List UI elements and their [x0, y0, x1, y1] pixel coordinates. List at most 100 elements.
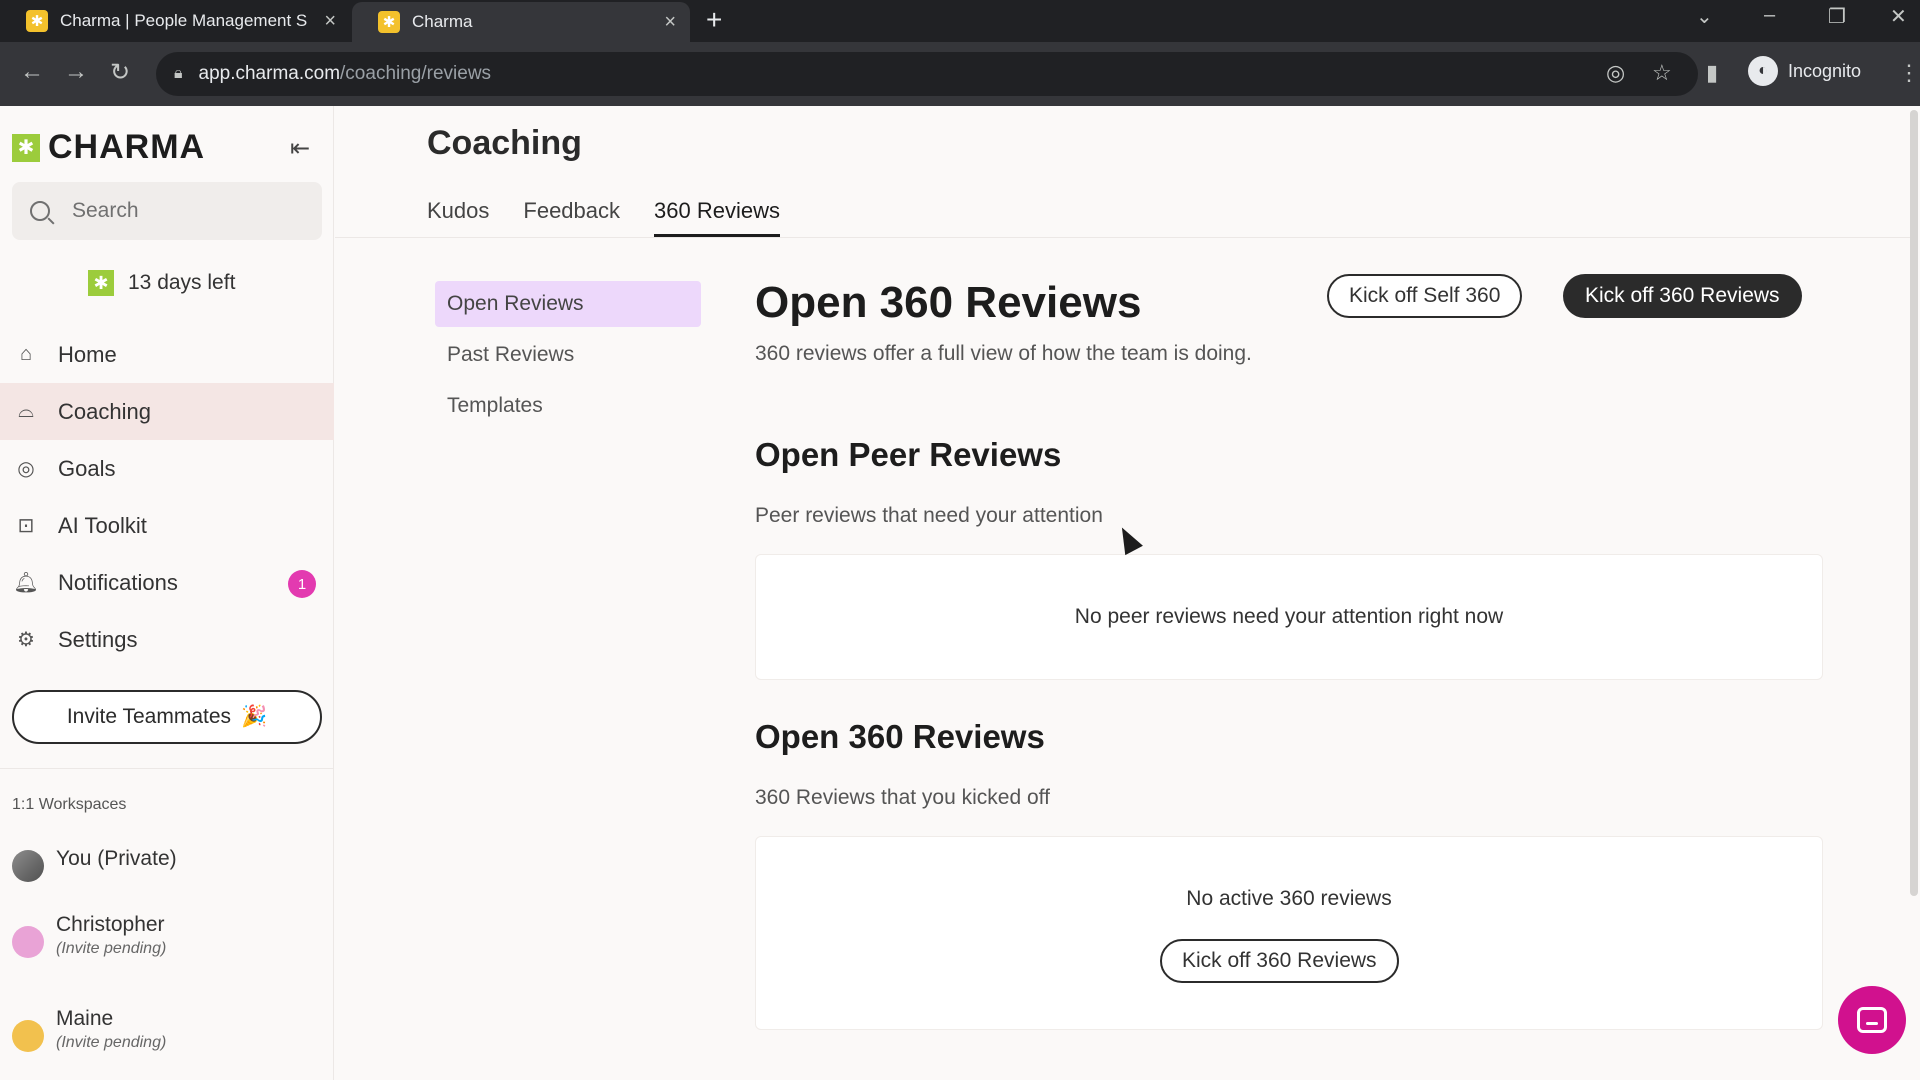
- main-nav: ⌂ Home ⌓ Coaching ◎ Goals ⊡ AI Toolkit 🔔…: [0, 326, 334, 668]
- reload-icon[interactable]: ↻: [110, 58, 130, 87]
- charma-logo-icon: ✱: [12, 133, 40, 162]
- browser-tab-title: Charma | People Management S: [60, 11, 308, 30]
- browser-tab-strip: ✱ Charma | People Management S × ✱ Charm…: [0, 0, 1920, 42]
- workspace-name: Christopher: [56, 913, 165, 936]
- peer-reviews-card: No peer reviews need your attention righ…: [755, 554, 1823, 680]
- url-path: /coaching/reviews: [340, 63, 492, 84]
- close-tab-icon[interactable]: ×: [664, 11, 676, 34]
- workspace-item[interactable]: Maine (Invite pending): [12, 1004, 166, 1052]
- nav-item-label: Notifications: [58, 569, 178, 595]
- lock-icon: 🔒︎: [174, 65, 183, 82]
- nav-item-label: Goals: [58, 455, 116, 481]
- tabs-divider: [335, 237, 1910, 238]
- open-360-empty-message: No active 360 reviews: [1186, 887, 1392, 910]
- brand-name: CHARMA: [48, 128, 206, 166]
- subnav-templates[interactable]: Templates: [435, 383, 701, 429]
- sidebar: ✱ CHARMA ⇤ Search ✱ 13 days left ⌂ Home …: [0, 106, 334, 1080]
- search-placeholder: Search: [72, 199, 139, 222]
- nav-item-settings[interactable]: ⚙ Settings: [0, 611, 334, 668]
- close-tab-icon[interactable]: ×: [324, 10, 336, 33]
- nav-item-goals[interactable]: ◎ Goals: [0, 440, 334, 497]
- browser-tab[interactable]: ✱ Charma | People Management S ×: [0, 0, 350, 42]
- section-heading: Open 360 Reviews: [755, 278, 1142, 327]
- divider: [0, 768, 334, 769]
- tab-search-icon[interactable]: ⌄: [1696, 4, 1713, 29]
- workspace-status: (Invite pending): [56, 940, 167, 957]
- trial-status: ✱ 13 days left: [88, 270, 235, 296]
- subnav-open-reviews[interactable]: Open Reviews: [435, 281, 701, 327]
- section-description: 360 reviews offer a full view of how the…: [755, 342, 1252, 365]
- nav-item-label: Settings: [58, 626, 138, 652]
- workspace-item[interactable]: You (Private): [12, 844, 177, 882]
- invite-teammates-button[interactable]: Invite Teammates 🎉: [12, 690, 322, 744]
- browser-toolbar: ← → ↻ 🔒︎ app.charma.com/coaching/reviews…: [0, 42, 1920, 106]
- nav-item-label: Home: [58, 341, 117, 367]
- bell-icon: 🔔︎: [13, 572, 39, 594]
- nav-item-ai-toolkit[interactable]: ⊡ AI Toolkit: [0, 497, 334, 554]
- nav-item-notifications[interactable]: 🔔︎ Notifications 1: [0, 554, 334, 611]
- party-popper-icon: 🎉: [241, 705, 268, 728]
- tab-kudos[interactable]: Kudos: [427, 198, 489, 237]
- avatar: [12, 1020, 44, 1052]
- workspace-name: You (Private): [56, 847, 177, 870]
- restore-icon[interactable]: ❐: [1828, 4, 1846, 29]
- nav-item-coaching[interactable]: ⌓ Coaching: [0, 383, 334, 440]
- robot-icon: ⊡: [17, 515, 35, 537]
- kick-off-360-reviews-button[interactable]: Kick off 360 Reviews: [1563, 274, 1802, 318]
- notification-count-badge: 1: [288, 570, 316, 598]
- trial-days-left: 13 days left: [128, 271, 236, 294]
- home-icon: ⌂: [19, 343, 33, 365]
- charma-logo[interactable]: ✱ CHARMA: [12, 128, 205, 167]
- kick-off-self-360-button[interactable]: Kick off Self 360: [1327, 274, 1523, 318]
- avatar: [12, 926, 44, 958]
- nav-item-label: AI Toolkit: [58, 512, 147, 538]
- workspaces-heading: 1:1 Workspaces: [12, 796, 127, 813]
- page-title: Coaching: [427, 124, 582, 162]
- incognito-icon: ◐: [1748, 56, 1778, 86]
- open-360-heading: Open 360 Reviews: [755, 718, 1045, 755]
- invite-label: Invite Teammates: [66, 705, 232, 728]
- back-icon[interactable]: ←: [20, 58, 44, 86]
- coaching-tabs: Kudos Feedback 360 Reviews: [427, 198, 814, 237]
- gear-icon: ⚙: [17, 629, 35, 651]
- goals-icon: ◎: [17, 458, 35, 480]
- workspace-status: (Invite pending): [56, 1034, 167, 1051]
- chat-icon: [1857, 1007, 1887, 1033]
- minimize-icon[interactable]: –: [1764, 4, 1775, 27]
- bookmark-star-icon[interactable]: ☆: [1652, 60, 1672, 86]
- eye-off-icon[interactable]: ◎: [1606, 60, 1625, 86]
- close-window-icon[interactable]: ✕: [1890, 4, 1907, 29]
- open-360-subtitle: 360 Reviews that you kicked off: [755, 786, 1050, 809]
- peer-reviews-subtitle: Peer reviews that need your attention: [755, 504, 1103, 527]
- avatar: [12, 850, 44, 882]
- nav-item-home[interactable]: ⌂ Home: [0, 326, 334, 383]
- charma-favicon-icon: ✱: [26, 10, 48, 32]
- forward-icon[interactable]: →: [64, 58, 88, 86]
- main-content: Coaching Kudos Feedback 360 Reviews Open…: [335, 106, 1910, 1080]
- charma-favicon-icon: ✱: [378, 11, 400, 33]
- search-icon: [30, 201, 50, 221]
- new-tab-button[interactable]: +: [706, 4, 722, 36]
- address-bar[interactable]: 🔒︎ app.charma.com/coaching/reviews: [156, 52, 1698, 96]
- side-panel-icon[interactable]: ▮: [1706, 60, 1718, 86]
- tab-360-reviews[interactable]: 360 Reviews: [654, 198, 780, 237]
- peer-reviews-heading: Open Peer Reviews: [755, 436, 1062, 473]
- browser-menu-icon[interactable]: ⋮: [1898, 60, 1920, 86]
- browser-tab-active[interactable]: ✱ Charma ×: [352, 2, 690, 42]
- nav-item-label: Coaching: [58, 398, 151, 424]
- browser-tab-title: Charma: [412, 12, 473, 31]
- url-host: app.charma.com: [198, 63, 341, 84]
- page-scrollbar[interactable]: [1910, 110, 1918, 896]
- subnav-past-reviews[interactable]: Past Reviews: [435, 332, 701, 378]
- workspace-item[interactable]: Christopher (Invite pending): [12, 910, 166, 958]
- kick-off-360-reviews-card-button[interactable]: Kick off 360 Reviews: [1160, 939, 1399, 983]
- coaching-icon: ⌓: [18, 400, 34, 422]
- chat-launcher-button[interactable]: [1838, 986, 1906, 1054]
- collapse-sidebar-icon[interactable]: ⇤: [290, 134, 310, 163]
- peer-reviews-empty-message: No peer reviews need your attention righ…: [1074, 605, 1504, 628]
- tab-feedback[interactable]: Feedback: [523, 198, 620, 237]
- reviews-subnav: Open Reviews Past Reviews Templates: [435, 281, 701, 434]
- open-360-card: No active 360 reviews Kick off 360 Revie…: [755, 836, 1823, 1030]
- search-input[interactable]: Search: [12, 182, 322, 240]
- incognito-profile[interactable]: ◐ Incognito: [1748, 56, 1861, 86]
